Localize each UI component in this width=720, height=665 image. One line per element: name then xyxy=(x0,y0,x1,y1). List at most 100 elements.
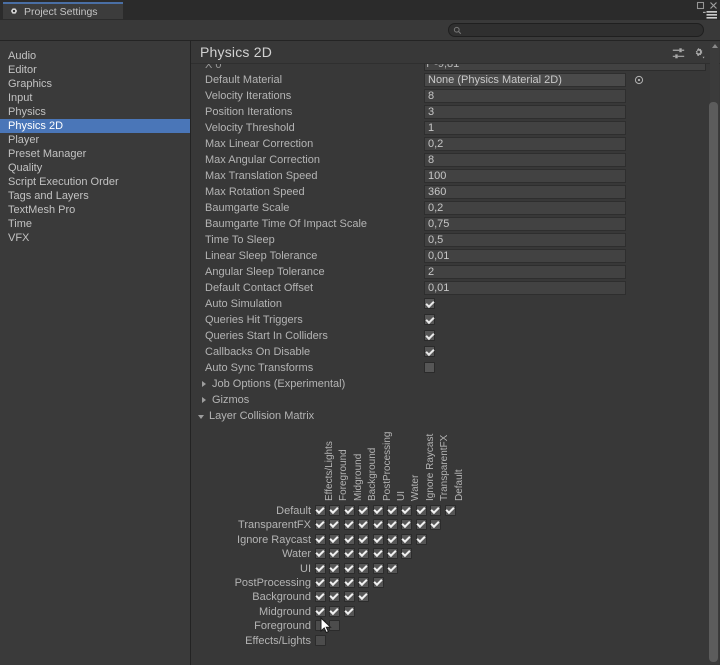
matrix-checkbox[interactable] xyxy=(430,519,442,531)
matrix-checkbox[interactable] xyxy=(372,519,384,531)
matrix-checkbox[interactable] xyxy=(343,505,355,516)
matrix-checkbox[interactable] xyxy=(343,591,355,603)
sidebar-item-preset-manager[interactable]: Preset Manager xyxy=(0,147,190,161)
matrix-checkbox[interactable] xyxy=(329,548,341,560)
matrix-checkbox[interactable] xyxy=(343,533,355,545)
matrix-checkbox[interactable] xyxy=(401,548,413,560)
matrix-checkbox[interactable] xyxy=(358,591,370,603)
matrix-checkbox[interactable] xyxy=(315,591,326,603)
sidebar-item-time[interactable]: Time xyxy=(0,217,190,231)
matrix-checkbox[interactable] xyxy=(415,533,427,545)
property-checkbox[interactable] xyxy=(424,362,435,373)
property-checkbox[interactable] xyxy=(424,314,435,325)
object-picker-icon[interactable] xyxy=(634,75,644,85)
matrix-checkbox[interactable] xyxy=(358,505,370,516)
matrix-checkbox[interactable] xyxy=(329,620,341,632)
matrix-checkbox[interactable] xyxy=(358,519,370,531)
matrix-checkbox[interactable] xyxy=(343,548,355,560)
foldout-job-options-experimental-[interactable]: Job Options (Experimental) xyxy=(191,377,720,393)
sidebar-item-graphics[interactable]: Graphics xyxy=(0,77,190,91)
matrix-checkbox[interactable] xyxy=(415,505,427,516)
matrix-checkbox[interactable] xyxy=(401,505,413,516)
clipped-gravity-field[interactable] xyxy=(424,64,706,71)
tab-project-settings[interactable]: Project Settings xyxy=(3,2,123,19)
matrix-checkbox[interactable] xyxy=(343,519,355,531)
property-value-field[interactable]: 360 xyxy=(424,185,626,199)
matrix-checkbox[interactable] xyxy=(372,533,384,545)
property-value-field[interactable]: 8 xyxy=(424,153,626,167)
matrix-checkbox[interactable] xyxy=(358,562,370,574)
preset-icon[interactable] xyxy=(672,47,685,60)
matrix-checkbox[interactable] xyxy=(372,562,384,574)
property-value-field[interactable]: 0,2 xyxy=(424,201,626,215)
matrix-checkbox[interactable] xyxy=(329,505,341,516)
matrix-checkbox[interactable] xyxy=(343,577,355,588)
property-value-field[interactable]: 2 xyxy=(424,265,626,279)
sidebar-item-vfx[interactable]: VFX xyxy=(0,231,190,245)
search-input[interactable] xyxy=(465,24,685,36)
matrix-checkbox[interactable] xyxy=(329,591,341,603)
sidebar-item-physics[interactable]: Physics xyxy=(0,105,190,119)
menu-icon[interactable] xyxy=(703,11,717,19)
property-value-field[interactable]: 8 xyxy=(424,89,626,103)
property-value-field[interactable]: 3 xyxy=(424,105,626,119)
scroll-up-arrow-icon[interactable] xyxy=(712,44,718,48)
object-field[interactable]: None (Physics Material 2D) xyxy=(424,73,626,87)
matrix-checkbox[interactable] xyxy=(315,505,326,516)
matrix-checkbox[interactable] xyxy=(358,533,370,545)
sidebar-item-player[interactable]: Player xyxy=(0,133,190,147)
matrix-checkbox[interactable] xyxy=(315,577,326,588)
matrix-checkbox[interactable] xyxy=(358,548,370,560)
property-checkbox[interactable] xyxy=(424,330,435,341)
scrollbar-thumb[interactable] xyxy=(709,102,718,662)
sidebar-item-tags-and-layers[interactable]: Tags and Layers xyxy=(0,189,190,203)
matrix-checkbox[interactable] xyxy=(387,519,398,531)
property-value-field[interactable]: 0,5 xyxy=(424,233,626,247)
matrix-checkbox[interactable] xyxy=(315,620,326,632)
search-box[interactable] xyxy=(448,23,704,37)
matrix-checkbox[interactable] xyxy=(343,605,355,617)
foldout-gizmos[interactable]: Gizmos xyxy=(191,393,720,409)
property-checkbox[interactable] xyxy=(424,346,435,357)
property-value-field[interactable]: 1 xyxy=(424,121,626,135)
matrix-checkbox[interactable] xyxy=(387,533,398,545)
matrix-checkbox[interactable] xyxy=(372,505,384,516)
matrix-checkbox[interactable] xyxy=(430,505,442,516)
matrix-checkbox[interactable] xyxy=(315,519,326,531)
matrix-checkbox[interactable] xyxy=(372,577,384,588)
sidebar-item-physics-2d[interactable]: Physics 2D xyxy=(0,119,190,133)
property-value-field[interactable]: 0,75 xyxy=(424,217,626,231)
matrix-checkbox[interactable] xyxy=(358,577,370,588)
maximize-icon[interactable] xyxy=(696,1,705,10)
matrix-checkbox[interactable] xyxy=(329,519,341,531)
sidebar-item-audio[interactable]: Audio xyxy=(0,49,190,63)
matrix-checkbox[interactable] xyxy=(401,519,413,531)
property-value-field[interactable]: 100 xyxy=(424,169,626,183)
close-icon[interactable] xyxy=(709,1,718,10)
matrix-checkbox[interactable] xyxy=(329,577,341,588)
matrix-checkbox[interactable] xyxy=(329,605,341,617)
sidebar-item-input[interactable]: Input xyxy=(0,91,190,105)
matrix-checkbox[interactable] xyxy=(315,533,326,545)
matrix-checkbox[interactable] xyxy=(329,533,341,545)
matrix-checkbox[interactable] xyxy=(315,562,326,574)
property-value-field[interactable]: 0,01 xyxy=(424,249,626,263)
matrix-checkbox[interactable] xyxy=(415,519,427,531)
matrix-checkbox[interactable] xyxy=(387,562,398,574)
settings-gear-icon[interactable] xyxy=(693,47,706,60)
matrix-checkbox[interactable] xyxy=(315,548,326,560)
sidebar-item-script-execution-order[interactable]: Script Execution Order xyxy=(0,175,190,189)
vertical-scrollbar[interactable] xyxy=(709,42,719,664)
sidebar-item-editor[interactable]: Editor xyxy=(0,63,190,77)
matrix-checkbox[interactable] xyxy=(387,505,398,516)
matrix-checkbox[interactable] xyxy=(343,562,355,574)
sidebar-item-textmesh-pro[interactable]: TextMesh Pro xyxy=(0,203,190,217)
property-value-field[interactable]: 0,2 xyxy=(424,137,626,151)
matrix-checkbox[interactable] xyxy=(444,505,456,516)
matrix-checkbox[interactable] xyxy=(329,562,341,574)
matrix-checkbox[interactable] xyxy=(315,634,326,646)
matrix-checkbox[interactable] xyxy=(315,605,326,617)
matrix-checkbox[interactable] xyxy=(401,533,413,545)
foldout-layer-collision-matrix[interactable]: Layer Collision Matrix xyxy=(191,409,720,425)
property-checkbox[interactable] xyxy=(424,298,435,309)
